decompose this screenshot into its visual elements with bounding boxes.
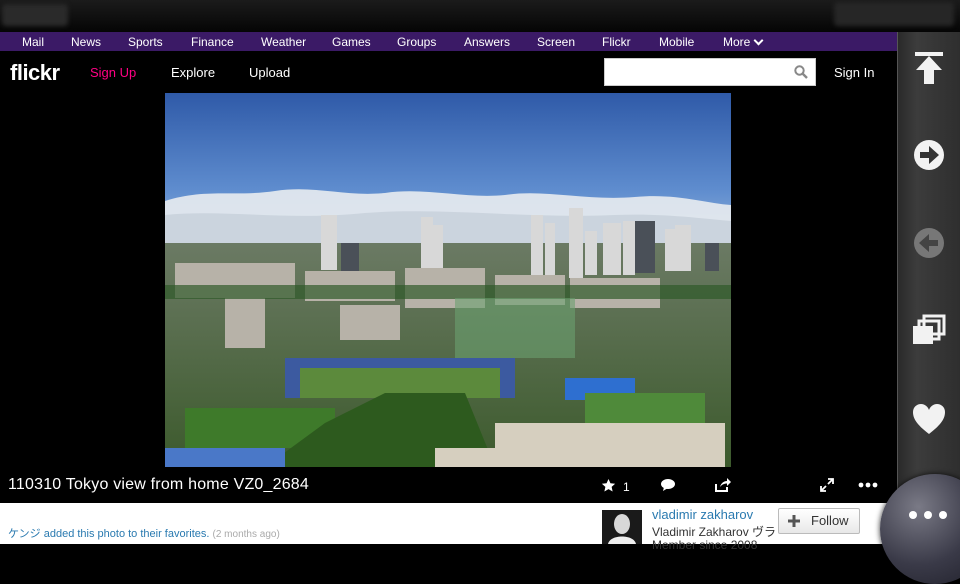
nav-groups[interactable]: Groups [397,35,436,49]
nav-answers[interactable]: Answers [464,35,510,49]
tokyo-skyline-image [165,93,731,467]
menu-dot-icon [924,511,932,519]
flickr-header: flickr Sign Up Explore Upload Sign In [0,51,897,93]
explore-link[interactable]: Explore [171,65,215,80]
flickr-logo[interactable]: flickr [10,60,60,86]
blurred-status-left [2,4,68,26]
activity-bar: ケンジ added this photo to their favorites.… [0,503,897,552]
author-link[interactable]: vladimir zakharov [652,507,753,522]
menu-dot-icon [909,511,917,519]
nav-sports[interactable]: Sports [128,35,163,49]
sign-up-link[interactable]: Sign Up [90,65,136,80]
search-input[interactable] [609,60,793,86]
share-icon[interactable] [714,477,731,493]
favorite-activity[interactable]: ケンジ added this photo to their favorites.… [8,525,280,541]
blurred-status-right [834,2,954,26]
activity-time: (2 months ago) [212,529,280,540]
nav-weather[interactable]: Weather [261,35,306,49]
more-options-icon[interactable] [858,482,878,488]
yahoo-nav-bar: Mail News Sports Finance Weather Games G… [0,32,897,51]
chevron-down-icon [753,35,764,46]
nav-finance[interactable]: Finance [191,35,234,49]
nav-more[interactable]: More [723,35,764,49]
star-icon[interactable] [601,478,616,493]
menu-dot-icon [939,511,947,519]
search-icon[interactable] [794,65,808,79]
comment-icon[interactable] [660,478,676,492]
author-portrait [602,510,642,544]
nav-news[interactable]: News [71,35,101,49]
nav-mail[interactable]: Mail [22,35,44,49]
photo-title-bar: 110310 Tokyo view from home VZ0_2684 1 [0,467,897,503]
main-photo[interactable] [165,93,731,467]
avatar[interactable] [602,510,642,544]
scroll-top-icon[interactable] [908,48,950,90]
nav-mobile[interactable]: Mobile [659,35,694,49]
plus-icon [788,515,800,527]
sign-in-link[interactable]: Sign In [834,65,874,80]
upload-link[interactable]: Upload [249,65,290,80]
browser-top-bar [0,0,960,32]
favorite-count: 1 [623,480,630,494]
follow-label: Follow [811,513,849,528]
photo-title: 110310 Tokyo view from home VZ0_2684 [8,476,310,493]
browser-side-panel [897,32,960,544]
nav-games[interactable]: Games [332,35,371,49]
back-icon[interactable] [908,222,950,264]
forward-icon[interactable] [908,134,950,176]
activity-text: ケンジ added this photo to their favorites. [8,528,210,540]
tabs-icon[interactable] [908,310,950,352]
search-box [604,58,816,86]
nav-flickr[interactable]: Flickr [602,35,631,49]
nav-more-label: More [723,35,751,49]
follow-button[interactable]: Follow [778,508,860,534]
author-member-since: Member since 2008 [652,538,758,552]
favorite-heart-icon[interactable] [908,398,950,440]
nav-screen[interactable]: Screen [537,35,575,49]
fullscreen-icon[interactable] [820,478,834,492]
